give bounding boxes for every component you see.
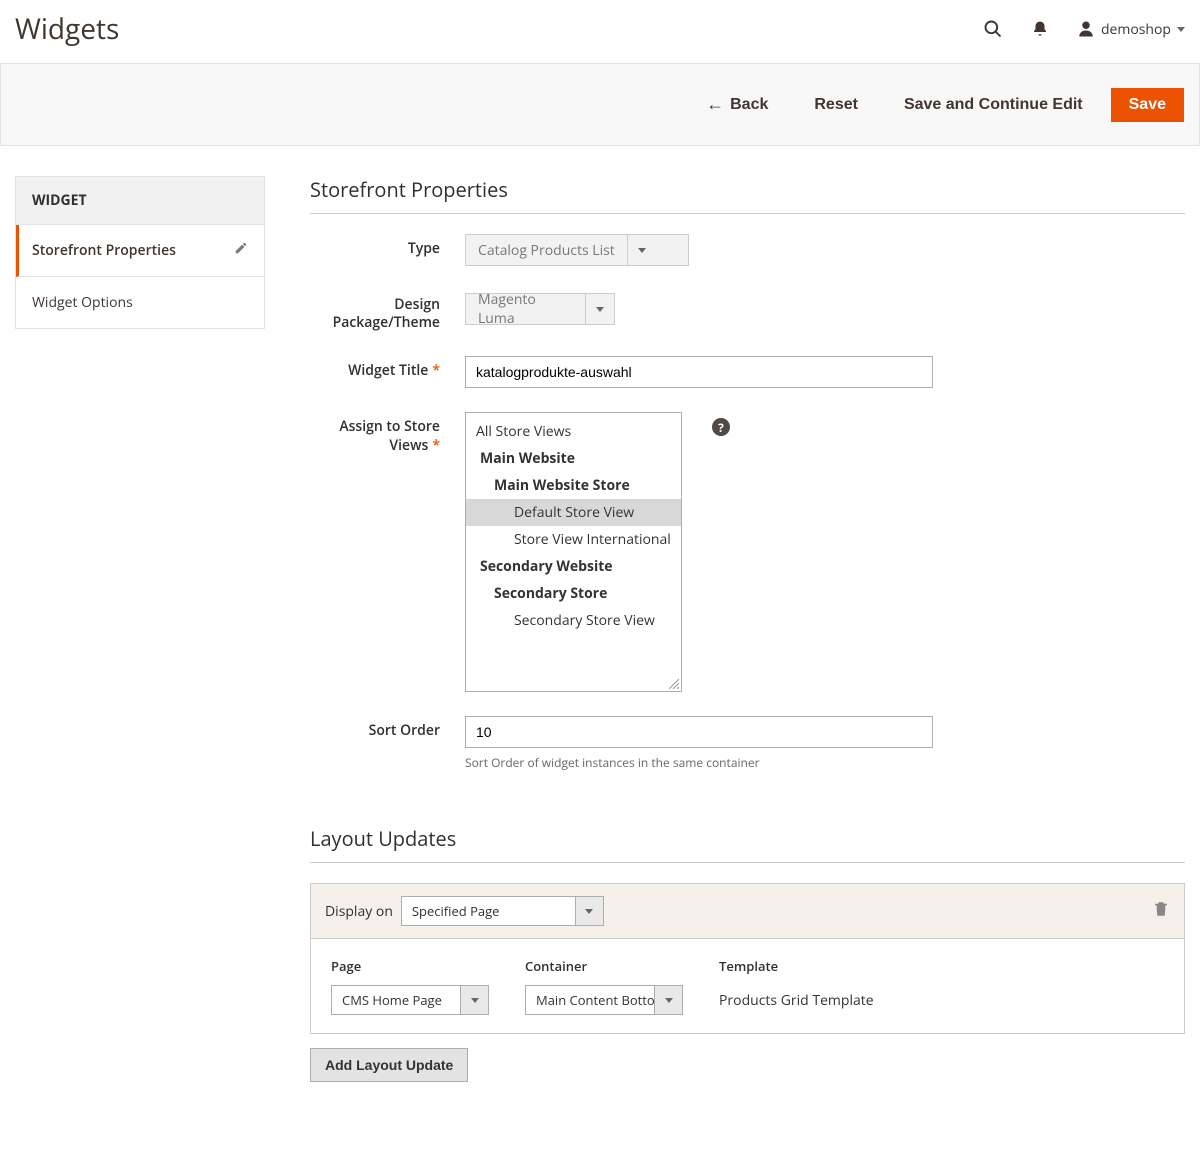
user-menu[interactable]: demoshop <box>1077 20 1185 39</box>
help-icon[interactable]: ? <box>712 418 730 436</box>
store-option-default-view[interactable]: Default Store View <box>466 499 681 526</box>
container-select[interactable]: Main Content Bottom <box>525 985 683 1015</box>
save-button[interactable]: Save <box>1111 88 1184 122</box>
trash-icon <box>1152 900 1170 918</box>
page-label: Page <box>331 957 489 975</box>
tab-widget-options[interactable]: Widget Options <box>16 277 264 328</box>
store-option-intl-view[interactable]: Store View International <box>466 526 681 553</box>
store-option-secondary-view[interactable]: Secondary Store View <box>466 607 681 634</box>
sidebar-section-title: WIDGET <box>15 176 265 225</box>
user-name: demoshop <box>1101 20 1171 39</box>
reset-button[interactable]: Reset <box>796 88 876 122</box>
user-icon <box>1077 20 1095 38</box>
search-icon[interactable] <box>983 19 1003 39</box>
widget-title-input[interactable] <box>465 356 933 388</box>
back-button[interactable]: ← Back <box>688 86 786 123</box>
caret-down-icon <box>596 307 604 312</box>
delete-layout-button[interactable] <box>1152 900 1170 923</box>
store-group-secondary-website: Secondary Website <box>466 553 681 580</box>
add-layout-update-button[interactable]: Add Layout Update <box>310 1048 468 1082</box>
store-group-main-website: Main Website <box>466 445 681 472</box>
caret-down-icon <box>585 909 593 914</box>
container-label: Container <box>525 957 683 975</box>
resize-handle-icon <box>669 679 679 689</box>
store-group-secondary-store: Secondary Store <box>466 580 681 607</box>
page-select[interactable]: CMS Home Page <box>331 985 489 1015</box>
sort-order-label: Sort Order <box>310 716 465 771</box>
type-select: Catalog Products List <box>465 234 689 266</box>
caret-down-icon <box>638 248 646 253</box>
display-on-label: Display on <box>325 902 393 921</box>
type-label: Type <box>310 234 465 266</box>
section-storefront-title: Storefront Properties <box>310 176 1185 214</box>
page-title: Widgets <box>15 10 119 48</box>
store-views-listbox[interactable]: All Store Views Main Website Main Websit… <box>465 412 682 692</box>
pencil-icon <box>234 241 248 260</box>
tab-label: Widget Options <box>32 293 133 312</box>
sort-order-input[interactable] <box>465 716 933 748</box>
store-group-main-store: Main Website Store <box>466 472 681 499</box>
widget-title-label: Widget Title* <box>310 356 465 388</box>
layout-update-row: Display on Specified Page Page CMS Home … <box>310 883 1185 1034</box>
tab-label: Storefront Properties <box>32 241 176 260</box>
display-on-select[interactable]: Specified Page <box>401 896 604 926</box>
theme-select: Magento Luma <box>465 293 615 325</box>
caret-down-icon <box>665 998 673 1003</box>
assign-store-label: Assign to Store Views* <box>310 412 465 692</box>
template-value: Products Grid Template <box>719 985 874 1010</box>
save-continue-button[interactable]: Save and Continue Edit <box>886 88 1101 122</box>
caret-down-icon <box>1177 27 1185 32</box>
template-label: Template <box>719 957 874 975</box>
sort-order-note: Sort Order of widget instances in the sa… <box>465 754 1185 771</box>
notifications-icon[interactable] <box>1031 20 1049 38</box>
store-option-all[interactable]: All Store Views <box>466 418 681 445</box>
caret-down-icon <box>471 998 479 1003</box>
theme-label: Design Package/Theme <box>310 290 465 332</box>
tab-storefront-properties[interactable]: Storefront Properties <box>16 225 264 277</box>
section-layout-title: Layout Updates <box>310 825 1185 863</box>
arrow-left-icon: ← <box>706 94 724 115</box>
